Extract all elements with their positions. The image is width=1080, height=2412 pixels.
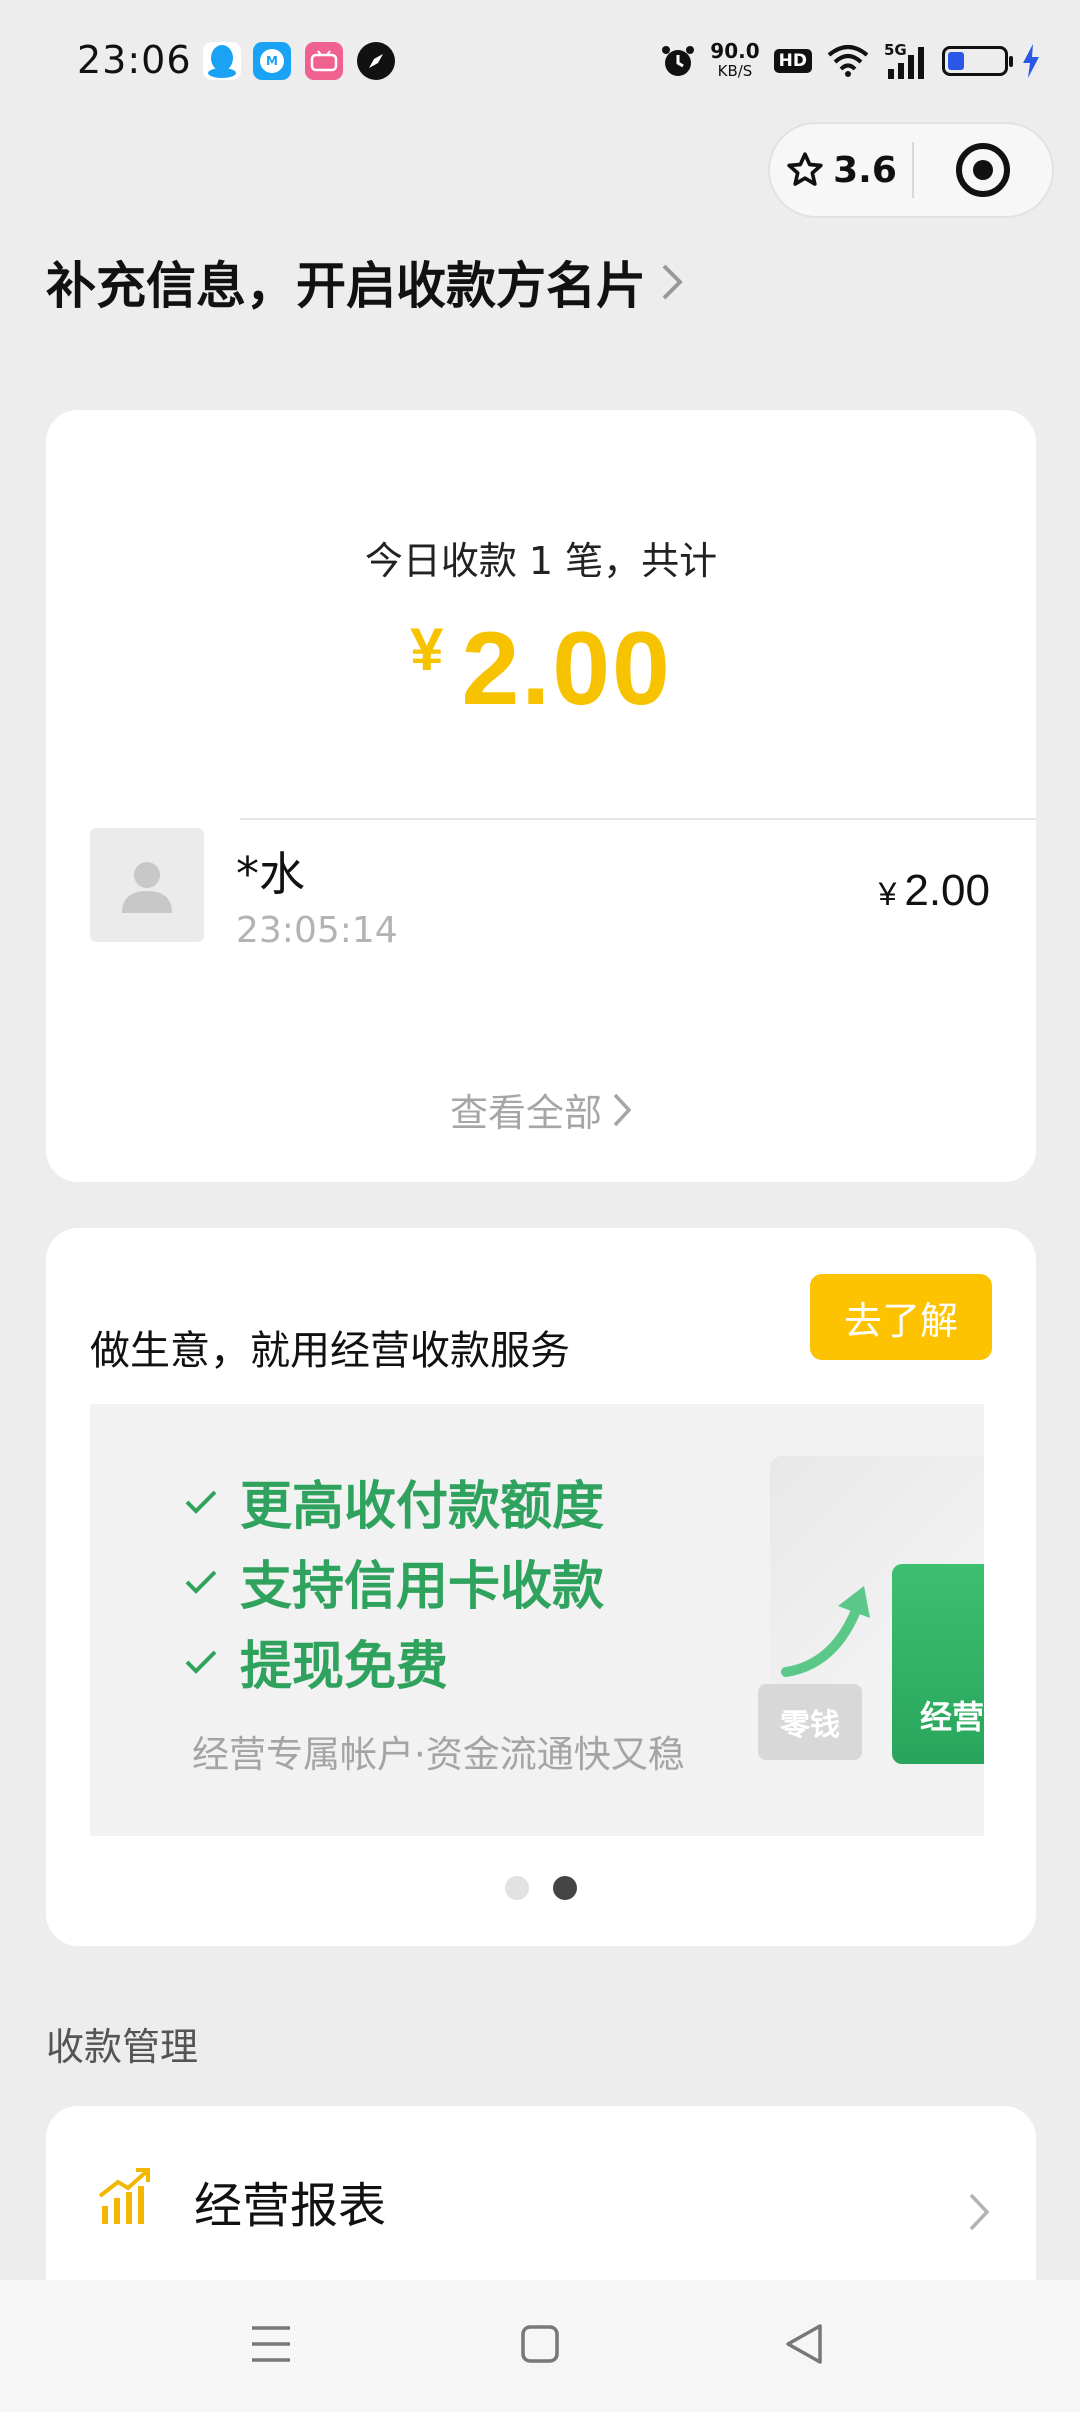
chevron-right-icon xyxy=(969,2193,990,2231)
view-all-link[interactable]: 查看全部 xyxy=(46,1082,1036,1137)
bilibili-icon xyxy=(305,42,343,80)
cell-signal-icon: 5G xyxy=(884,41,928,79)
banner-subtitle: 经营专属帐户·资金流通快又稳 xyxy=(192,1733,685,1776)
close-target-button[interactable] xyxy=(914,124,1052,216)
check-icon xyxy=(185,1570,217,1594)
total-amount: ¥2.00 xyxy=(46,610,1036,729)
today-summary-text: 今日收款 1 笔，共计 xyxy=(364,539,718,583)
chevron-right-icon xyxy=(662,264,683,300)
compass-icon xyxy=(357,42,395,80)
check-icon xyxy=(185,1490,217,1514)
rating-button[interactable]: 3.6 xyxy=(770,124,912,216)
feature-item: 支持信用卡收款 xyxy=(184,1544,604,1619)
rating-value: 3.6 xyxy=(833,149,897,191)
feature-item: 提现免费 xyxy=(184,1624,448,1699)
payee-card-link[interactable]: 补充信息，开启收款方名片 xyxy=(46,246,684,318)
payment-amount: ¥2.00 xyxy=(878,866,990,915)
mini-program-capsule: 3.6 xyxy=(768,122,1054,218)
network-speed: 90.0 KB/S xyxy=(710,39,760,80)
carousel-dot[interactable] xyxy=(505,1876,529,1900)
payment-time: 23:05:14 xyxy=(236,910,398,951)
avatar xyxy=(90,828,204,942)
today-summary-card: 今日收款 1 笔，共计 ¥2.00 *水 23:05:14 ¥2.00 查看全部 xyxy=(46,410,1036,1182)
back-icon[interactable] xyxy=(784,2322,824,2366)
target-icon xyxy=(956,143,1010,197)
home-icon[interactable] xyxy=(520,2324,560,2364)
divider xyxy=(240,818,1036,820)
section-title: 收款管理 xyxy=(46,2025,199,2069)
promo-title: 做生意，就用经营收款服务 xyxy=(90,1328,570,1374)
business-chip: 经营 xyxy=(892,1564,984,1764)
alarm-icon xyxy=(662,46,695,76)
menu-item-label: 经营报表 xyxy=(194,2178,387,2234)
carousel-dots xyxy=(46,1876,1036,1900)
view-all-label: 查看全部 xyxy=(449,1091,602,1135)
qq-icon xyxy=(203,42,241,80)
status-indicators: 90.0 KB/S HD 5G xyxy=(660,36,1040,86)
total-value: 2.00 xyxy=(461,611,672,727)
change-chip: 零钱 xyxy=(758,1684,862,1760)
payee-card-link-label: 补充信息，开启收款方名片 xyxy=(46,257,646,315)
mai-app-icon: M xyxy=(253,42,291,80)
status-bar: 23:06 M 90.0 KB/S HD 5G xyxy=(0,0,1080,124)
battery-icon xyxy=(942,46,1013,76)
carousel-dot-active[interactable] xyxy=(553,1876,577,1900)
feature-item: 更高收付款额度 xyxy=(184,1464,604,1539)
trend-chart-icon xyxy=(98,2168,150,2224)
clock: 23:06 xyxy=(77,38,192,82)
star-icon xyxy=(787,152,823,186)
total-currency: ¥ xyxy=(410,616,444,683)
menu-icon[interactable] xyxy=(250,2322,292,2366)
upward-arrow-icon xyxy=(781,1586,870,1677)
system-nav-bar xyxy=(0,2280,1080,2412)
payer-name: *水 xyxy=(236,847,305,901)
check-icon xyxy=(185,1650,217,1674)
promo-banner[interactable]: 更高收付款额度 支持信用卡收款 提现免费 经营专属帐户·资金流通快又稳 零钱 经… xyxy=(90,1404,984,1836)
learn-more-button[interactable]: 去了解 xyxy=(810,1274,992,1360)
promo-card: 做生意，就用经营收款服务 去了解 更高收付款额度 支持信用卡收款 提现免费 经营… xyxy=(46,1228,1036,1946)
default-avatar-icon xyxy=(122,862,172,913)
wifi-icon xyxy=(827,45,869,77)
hd-badge: HD xyxy=(773,49,812,73)
chevron-right-icon xyxy=(613,1093,632,1126)
charging-icon xyxy=(1023,44,1039,78)
